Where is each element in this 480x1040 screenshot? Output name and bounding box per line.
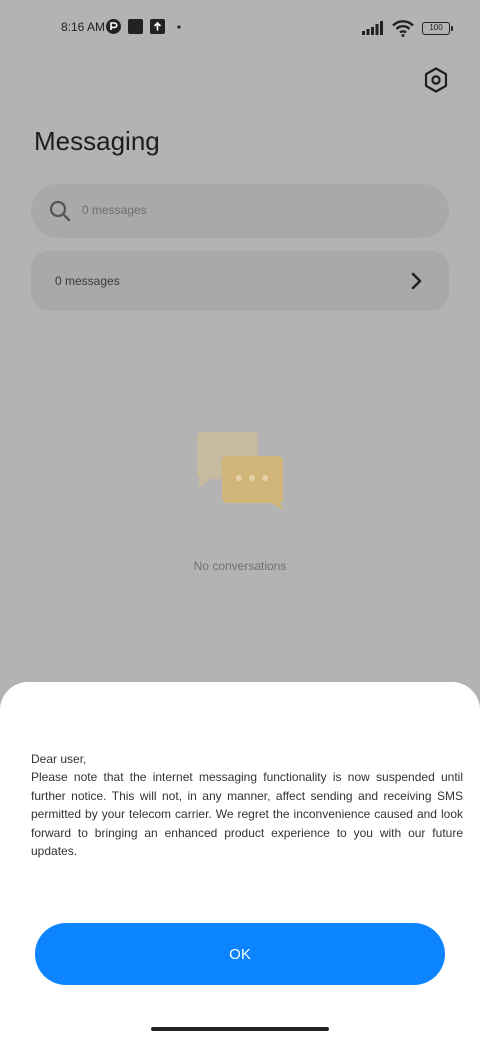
app-notification-icon — [106, 19, 121, 34]
home-indicator[interactable] — [151, 1027, 329, 1031]
status-bar: 8:16 AM 100 — [0, 0, 480, 56]
wifi-icon — [392, 20, 414, 37]
image-notification-icon — [128, 19, 143, 34]
empty-state-text: No conversations — [193, 559, 287, 573]
settings-button[interactable] — [420, 64, 452, 96]
dialog-message: Please note that the internet messaging … — [31, 770, 463, 859]
dialog-greeting: Dear user, — [31, 752, 87, 766]
search-bar[interactable]: 0 messages — [31, 184, 449, 238]
messages-row-label: 0 messages — [55, 274, 120, 288]
conversation-bubbles-icon — [196, 432, 284, 510]
battery-level: 100 — [429, 22, 443, 32]
battery-icon: 100 — [422, 21, 453, 35]
notice-dialog: Dear user, Please note that the internet… — [0, 682, 480, 1040]
chevron-right-icon — [411, 272, 422, 290]
messages-row[interactable]: 0 messages — [31, 251, 449, 311]
signal-icon — [362, 21, 383, 35]
settings-gear-icon — [424, 67, 448, 93]
ok-button[interactable]: OK — [35, 923, 445, 985]
upload-icon — [150, 19, 165, 34]
search-icon — [49, 200, 71, 222]
status-time: 8:16 AM — [61, 20, 106, 34]
more-notifications-dot-icon — [177, 25, 181, 29]
dialog-body: Dear user, Please note that the internet… — [31, 750, 463, 860]
page-title: Messaging — [34, 126, 160, 156]
search-placeholder: 0 messages — [82, 203, 147, 217]
